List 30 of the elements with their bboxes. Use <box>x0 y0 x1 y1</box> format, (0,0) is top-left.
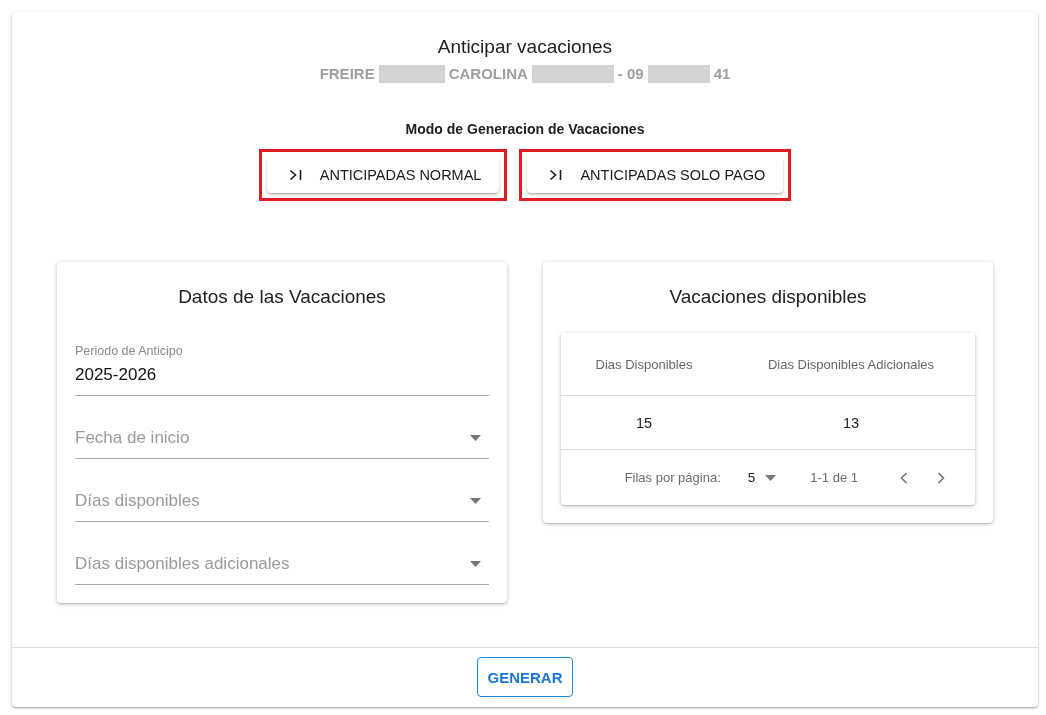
chevron-left-icon[interactable] <box>900 471 908 484</box>
table-cell: 15 <box>635 414 653 431</box>
employee-name-text: FREIRE <box>319 65 375 83</box>
dropdown-arrow-icon <box>470 435 481 441</box>
generate-button[interactable]: GENERAR <box>477 657 573 697</box>
redaction-block <box>378 65 445 83</box>
redaction-block <box>647 65 710 83</box>
employee-name-text: 41 <box>713 65 731 83</box>
input-field[interactable]: 2025-2026 <box>75 364 489 396</box>
table-cell: 13 <box>842 414 860 431</box>
dropdown-arrow-icon <box>765 474 777 481</box>
chevron-bar-icon <box>549 169 563 181</box>
rows-per-page-label: Filas por página: <box>624 470 721 485</box>
field-label: Periodo de Anticipo <box>75 344 184 358</box>
chevron-bar-icon <box>288 169 302 181</box>
card-title: Datos de las Vacaciones <box>177 285 387 309</box>
dropdown-arrow-icon <box>470 498 481 504</box>
dialog-title: Anticipar vacaciones <box>437 35 613 59</box>
mode-button[interactable]: ANTICIPADAS NORMAL <box>266 157 500 193</box>
rows-per-page-select[interactable]: 5 <box>747 470 777 485</box>
card-title: Vacaciones disponibles <box>668 285 868 309</box>
chevron-right-icon[interactable] <box>937 471 945 484</box>
section-label: Modo de Generacion de Vacaciones <box>405 121 645 137</box>
dropdown-arrow-icon <box>470 561 481 567</box>
page-range-text: 1-1 de 1 <box>810 470 858 485</box>
mode-button[interactable]: ANTICIPADAS SOLO PAGO <box>527 157 784 193</box>
column-header: Dias Disponibles <box>595 356 693 372</box>
column-header: Dias Disponibles Adicionales <box>767 356 935 372</box>
employee-name-text: - 09 <box>617 65 644 83</box>
employee-name-text: CAROLINA <box>448 65 528 83</box>
